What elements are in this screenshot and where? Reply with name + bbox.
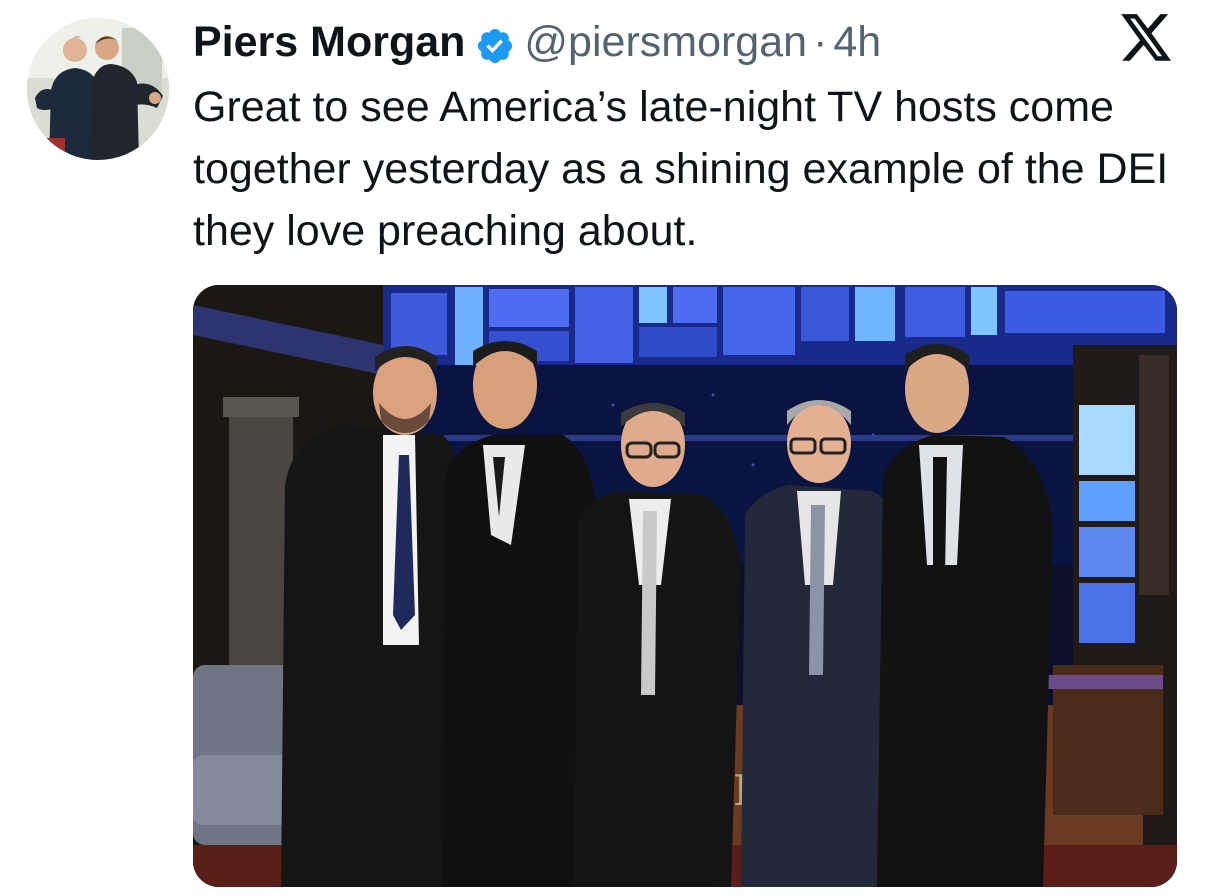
tweet-header: Piers Morgan @piersmorgan · 4h <box>193 12 881 72</box>
timestamp[interactable]: 4h <box>833 12 881 72</box>
tweet-text: Great to see America’s late-night TV hos… <box>193 83 1169 255</box>
avatar[interactable] <box>27 18 169 160</box>
display-name[interactable]: Piers Morgan <box>193 12 465 72</box>
tweet-card[interactable]: Piers Morgan @piersmorgan · 4h Great to … <box>0 0 1206 896</box>
verified-badge-icon[interactable] <box>475 22 515 64</box>
user-handle[interactable]: @piersmorgan <box>524 12 807 72</box>
x-logo-icon <box>1121 14 1173 62</box>
tweet-media-photo[interactable]: LA S V <box>193 285 1177 887</box>
separator-dot: · <box>813 18 828 66</box>
